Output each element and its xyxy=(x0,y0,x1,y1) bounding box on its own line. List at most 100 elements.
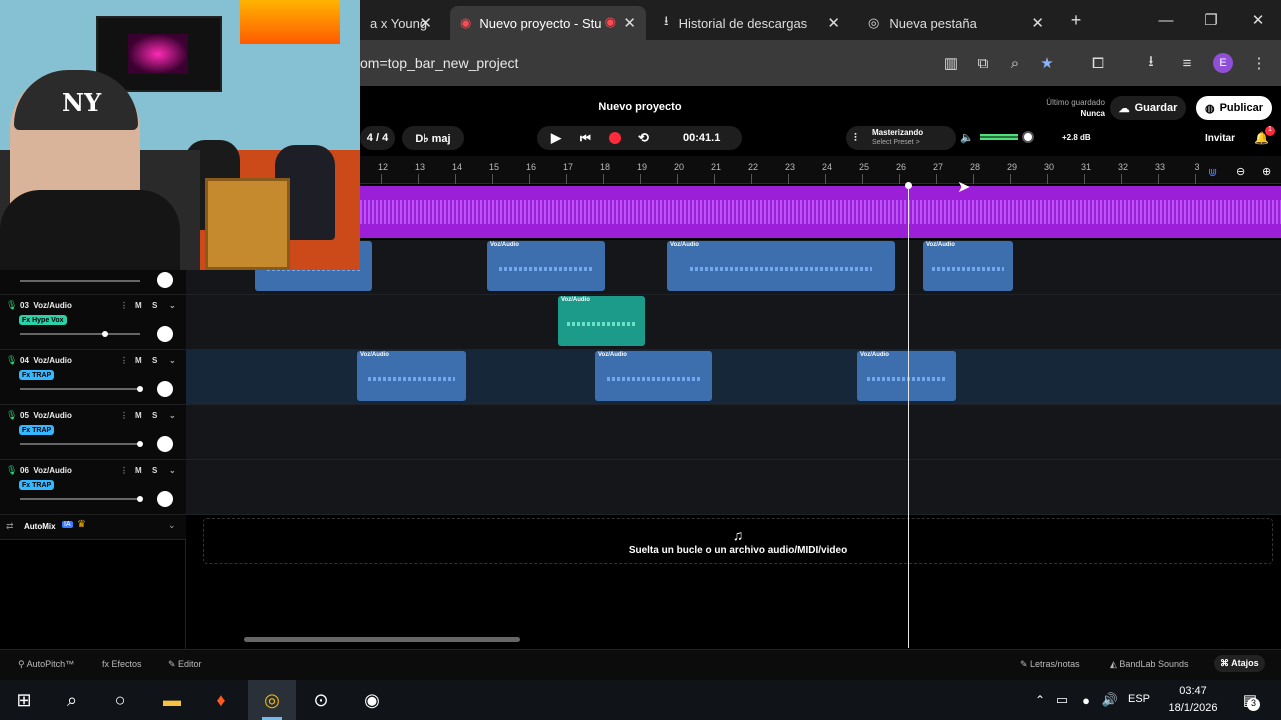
audio-clip[interactable]: Voz/Audio xyxy=(558,296,645,346)
lyrics-button[interactable]: ✎ Letras/notas xyxy=(1020,659,1080,670)
pan-knob[interactable] xyxy=(157,272,173,288)
pan-knob[interactable] xyxy=(157,491,173,507)
playhead[interactable] xyxy=(905,182,912,648)
brave-icon[interactable]: ♦ xyxy=(209,688,233,712)
more-icon[interactable]: ⋮ xyxy=(120,466,128,475)
playhead-handle[interactable] xyxy=(905,182,912,189)
chrome-taskbar-active[interactable]: ◎ xyxy=(248,680,296,720)
close-icon[interactable]: ✕ xyxy=(827,14,840,32)
profile-avatar[interactable]: E xyxy=(1213,53,1233,73)
close-icon[interactable]: ✕ xyxy=(1031,14,1044,32)
speaker-icon[interactable]: 🔊 xyxy=(1098,688,1122,712)
effects-button[interactable]: fx Efectos xyxy=(102,659,142,669)
language-indicator[interactable]: ESP xyxy=(1128,693,1150,705)
chevron-down-icon[interactable]: ⌄ xyxy=(168,520,176,531)
windows-start-icon[interactable]: ⊞ xyxy=(12,688,36,712)
pan-knob[interactable] xyxy=(157,381,173,397)
volume-slider-thumb[interactable] xyxy=(137,386,143,392)
search-icon[interactable]: ⌕ xyxy=(60,688,84,712)
track-name[interactable]: 04 Voz/Audio xyxy=(20,356,72,365)
pan-knob[interactable] xyxy=(157,326,173,342)
track-header-04[interactable]: 🎙 04 Voz/Audio Fx TRAP ⋮ M S ⌄ xyxy=(0,350,186,405)
fx-badge[interactable]: Fx TRAP xyxy=(19,370,55,380)
more-icon[interactable]: ⋮ xyxy=(120,411,128,420)
volume-slider-thumb[interactable] xyxy=(137,441,143,447)
save-button[interactable]: ☁ Guardar xyxy=(1110,96,1186,120)
obs-icon[interactable]: ◉ xyxy=(360,688,384,712)
close-icon[interactable]: ✕ xyxy=(419,14,432,32)
clock-time[interactable]: 03:47 xyxy=(1163,685,1223,697)
audio-clip[interactable]: Voz/Audio xyxy=(487,241,605,291)
shortcuts-button[interactable]: ⌘ Atajos xyxy=(1214,655,1265,672)
track-name[interactable]: 05 Voz/Audio xyxy=(20,411,72,420)
media-player-icon[interactable]: ⊙ xyxy=(309,688,333,712)
mute-button[interactable]: M xyxy=(135,466,142,475)
key-selector[interactable]: D♭ maj xyxy=(402,126,464,150)
microphone-icon[interactable]: ● xyxy=(1074,688,1098,712)
fx-badge[interactable]: Fx Hype Vox xyxy=(19,315,67,325)
audio-clip[interactable]: Voz/Audio xyxy=(595,351,712,401)
loop-icon[interactable]: ⟲ xyxy=(638,130,649,146)
track-header-05[interactable]: 🎙 05 Voz/Audio Fx TRAP ⋮ M S ⌄ xyxy=(0,405,186,460)
zoom-icon[interactable]: ⌕ xyxy=(1005,53,1025,73)
clock-date[interactable]: 18/1/2026 xyxy=(1163,702,1223,714)
magnet-icon[interactable]: ⋓ xyxy=(1208,166,1217,179)
volume-slider[interactable] xyxy=(20,386,143,392)
zoom-out-icon[interactable]: ⊖ xyxy=(1236,165,1245,178)
minimize-icon[interactable]: — xyxy=(1156,10,1176,30)
record-icon[interactable] xyxy=(609,132,621,144)
skip-back-icon[interactable]: ⏮ xyxy=(580,131,591,146)
volume-slider-thumb[interactable] xyxy=(137,496,143,502)
file-explorer-icon[interactable]: ▬ xyxy=(160,688,184,712)
chevron-up-icon[interactable]: ⌃ xyxy=(1028,688,1052,712)
fx-badge[interactable]: Fx TRAP xyxy=(19,480,55,490)
restore-icon[interactable]: ❐ xyxy=(1201,10,1221,30)
solo-button[interactable]: S xyxy=(152,411,157,420)
url-field[interactable]: om=top_bar_new_project xyxy=(360,55,518,71)
horizontal-scrollbar[interactable] xyxy=(244,637,520,642)
extensions-icon[interactable]: ⧠ xyxy=(1088,53,1108,73)
track-header-06[interactable]: 🎙 06 Voz/Audio Fx TRAP ⋮ M S ⌄ xyxy=(0,460,186,515)
volume-icon[interactable]: 🔈 xyxy=(960,131,974,144)
volume-slider[interactable] xyxy=(20,496,143,502)
task-view-icon[interactable]: ○ xyxy=(108,688,132,712)
volume-slider[interactable] xyxy=(20,441,143,447)
track-name[interactable]: 06 Voz/Audio xyxy=(20,466,72,475)
star-icon[interactable]: ★ xyxy=(1037,53,1057,73)
menu-icon[interactable]: ⋮ xyxy=(1249,53,1269,73)
tab-historial[interactable]: ⭳ Historial de descargas ✕ xyxy=(654,6,850,40)
track-header-03[interactable]: 🎙 03 Voz/Audio Fx Hype Vox ⋮ M S ⌄ xyxy=(0,295,186,350)
pan-knob[interactable] xyxy=(157,436,173,452)
track-lane-03[interactable] xyxy=(186,295,1281,350)
project-title[interactable]: Nuevo proyecto xyxy=(560,101,720,113)
mute-button[interactable]: M xyxy=(135,301,142,310)
new-tab-icon[interactable]: + xyxy=(1066,10,1086,30)
mastering-button[interactable]: ⫶ Masterizando Select Preset > xyxy=(846,126,956,150)
network-icon[interactable]: ▭ xyxy=(1050,688,1074,712)
solo-button[interactable]: S xyxy=(152,301,157,310)
mute-button[interactable]: M xyxy=(135,411,142,420)
time-signature[interactable]: 4 / 4 xyxy=(360,126,395,150)
more-icon[interactable]: ⋮ xyxy=(120,356,128,365)
solo-button[interactable]: S xyxy=(152,466,157,475)
install-icon[interactable]: ⧉ xyxy=(973,53,993,73)
more-icon[interactable]: ⋮ xyxy=(120,301,128,310)
publish-button[interactable]: ◍ Publicar xyxy=(1196,96,1272,120)
chevron-down-icon[interactable]: ⌄ xyxy=(169,356,176,365)
chevron-down-icon[interactable]: ⌄ xyxy=(169,301,176,310)
tab-young[interactable]: a x Young ✕ xyxy=(360,6,442,40)
chevron-down-icon[interactable]: ⌄ xyxy=(169,411,176,420)
fx-badge[interactable]: Fx TRAP xyxy=(19,425,55,435)
track-lane-06[interactable] xyxy=(186,460,1281,515)
media-icon[interactable]: ≡ xyxy=(1177,53,1197,73)
audio-clip[interactable]: Voz/Audio xyxy=(923,241,1013,291)
track-lane-04[interactable] xyxy=(186,350,1281,405)
play-icon[interactable]: ▶ xyxy=(551,130,561,146)
audio-clip[interactable]: Voz/Audio xyxy=(667,241,895,291)
invite-button[interactable]: Invitar xyxy=(1197,126,1243,150)
chevron-down-icon[interactable]: ⌄ xyxy=(169,466,176,475)
volume-slider[interactable] xyxy=(20,331,140,337)
track-name[interactable]: 03 Voz/Audio xyxy=(20,301,72,310)
track-lane-05[interactable] xyxy=(186,405,1281,460)
solo-button[interactable]: S xyxy=(152,356,157,365)
